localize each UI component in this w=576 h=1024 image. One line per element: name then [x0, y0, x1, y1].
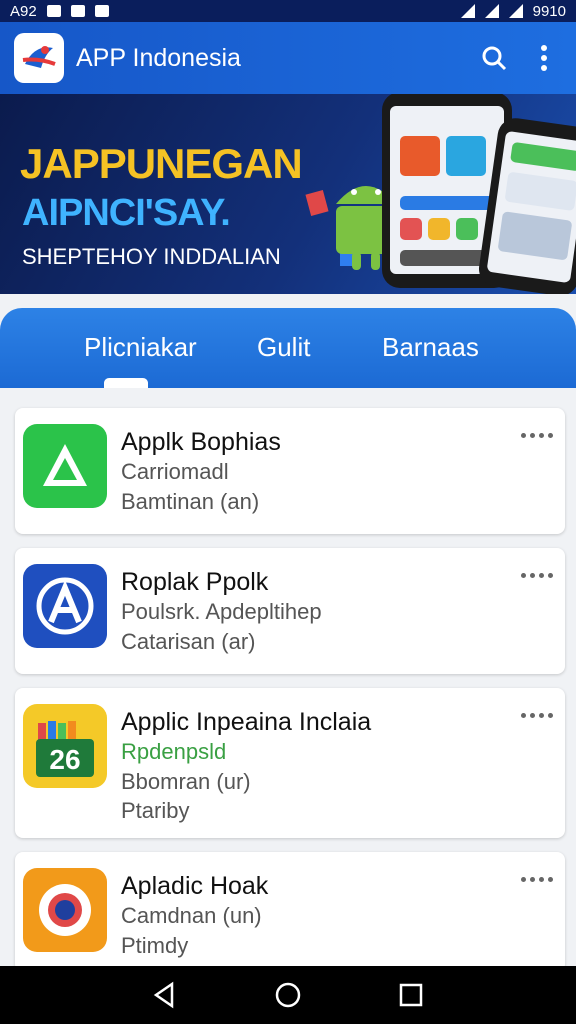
- more-options-icon[interactable]: [521, 874, 553, 884]
- edit-icon: [94, 5, 109, 17]
- status-right-text: 9910: [532, 2, 566, 20]
- app-card[interactable]: Apladic Hoak Camdnan (un) Ptimdy: [15, 852, 565, 972]
- calendar-badge: 26: [49, 744, 80, 775]
- app-meta: Ptimdy: [121, 933, 189, 958]
- app-title: Applic Inpeaina Inclaia: [121, 708, 372, 736]
- app-bar: APP Indonesia: [0, 22, 576, 94]
- app-subtitle: Poulsrk. Apdepltihep: [121, 599, 322, 624]
- app-subtitle: Carriomadl: [121, 459, 229, 484]
- tab-indicator: [104, 378, 148, 388]
- app-meta: Bbomran (ur): [121, 769, 251, 794]
- gallery-icon: [70, 5, 85, 17]
- app-title: Applk Bophias: [121, 428, 281, 456]
- system-nav-bar: [0, 966, 576, 1024]
- back-icon[interactable]: [148, 978, 182, 1012]
- category-tabs: Plicniakar Gulit Barnaas: [0, 308, 576, 388]
- banner-headline-2: AIPNCI'SAY.: [22, 192, 231, 234]
- signal-icon: [484, 4, 499, 18]
- target-app-icon: [23, 868, 107, 952]
- wifi-icon: [460, 4, 475, 18]
- app-card[interactable]: 26 Applic Inpeaina Inclaia Rpdenpsld Bbo…: [15, 688, 565, 838]
- status-bar: A92 9910: [0, 0, 576, 22]
- app-meta: Bamtinan (an): [121, 489, 260, 514]
- more-vert-icon[interactable]: [526, 40, 562, 76]
- more-options-icon[interactable]: [521, 430, 553, 440]
- app-card[interactable]: Applk Bophias Carriomadl Bamtinan (an): [15, 408, 565, 534]
- app-subtitle: Rpdenpsld: [121, 739, 227, 764]
- app-title: Roplak Ppolk: [121, 568, 269, 596]
- app-title: APP Indonesia: [76, 43, 241, 72]
- promo-banner[interactable]: JAPPUNEGAN AIPNCI'SAY. SHEPTEHOY INDDALI…: [0, 94, 576, 294]
- banner-subtitle: SHEPTEHOY INDDALIAN: [22, 244, 281, 269]
- calendar-app-icon: 26: [23, 704, 107, 788]
- app-card[interactable]: Roplak Ppolk Poulsrk. Apdepltihep Catari…: [15, 548, 565, 674]
- app-meta: Catarisan (ar): [121, 629, 256, 654]
- a-logo-app-icon: [23, 564, 107, 648]
- app-logo-icon: [14, 33, 64, 83]
- tab-2[interactable]: Barnaas: [382, 332, 479, 363]
- more-options-icon[interactable]: [521, 570, 553, 580]
- green-triangle-app-icon: [23, 424, 107, 508]
- recents-icon[interactable]: [394, 978, 428, 1012]
- banner-headline-1: JAPPUNEGAN: [20, 140, 303, 187]
- signal2-icon: [508, 4, 523, 18]
- tab-0[interactable]: Plicniakar: [84, 332, 197, 363]
- status-left-text: A92: [10, 2, 37, 20]
- notification-icon: [46, 5, 61, 17]
- home-icon[interactable]: [271, 978, 305, 1012]
- tab-1[interactable]: Gulit: [257, 332, 310, 363]
- app-subtitle: Camdnan (un): [121, 903, 262, 928]
- app-category: Ptariby: [121, 798, 190, 823]
- more-options-icon[interactable]: [521, 710, 553, 720]
- search-icon[interactable]: [476, 40, 512, 76]
- app-title: Apladic Hoak: [121, 872, 269, 900]
